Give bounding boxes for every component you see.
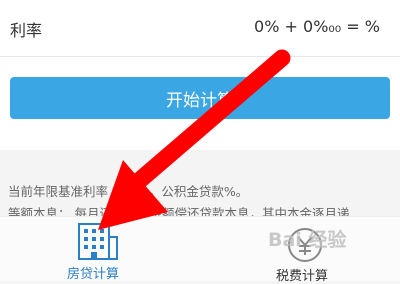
tab-label-tax: 税费计算	[276, 269, 329, 284]
rate-panel: 利率 0% + 0%₀₀ = % 开始计算	[0, 0, 400, 150]
watermark: Bai 经验	[268, 229, 347, 251]
start-calculation-button[interactable]: 开始计算	[10, 77, 390, 119]
rate-note: 当前年限基准利率 贷款%，公积金贷款%。	[8, 184, 249, 199]
tab-label-mortgage: 房贷计算	[67, 267, 120, 282]
tab-mortgage-calculator[interactable]: 房贷计算	[45, 217, 155, 282]
divider	[0, 56, 400, 57]
rate-label: 利率	[10, 21, 43, 40]
building-icon	[78, 223, 118, 260]
rate-value: 0% + 0%₀₀ = %	[254, 17, 380, 36]
rate-row: 利率 0% + 0%₀₀ = %	[0, 0, 400, 56]
